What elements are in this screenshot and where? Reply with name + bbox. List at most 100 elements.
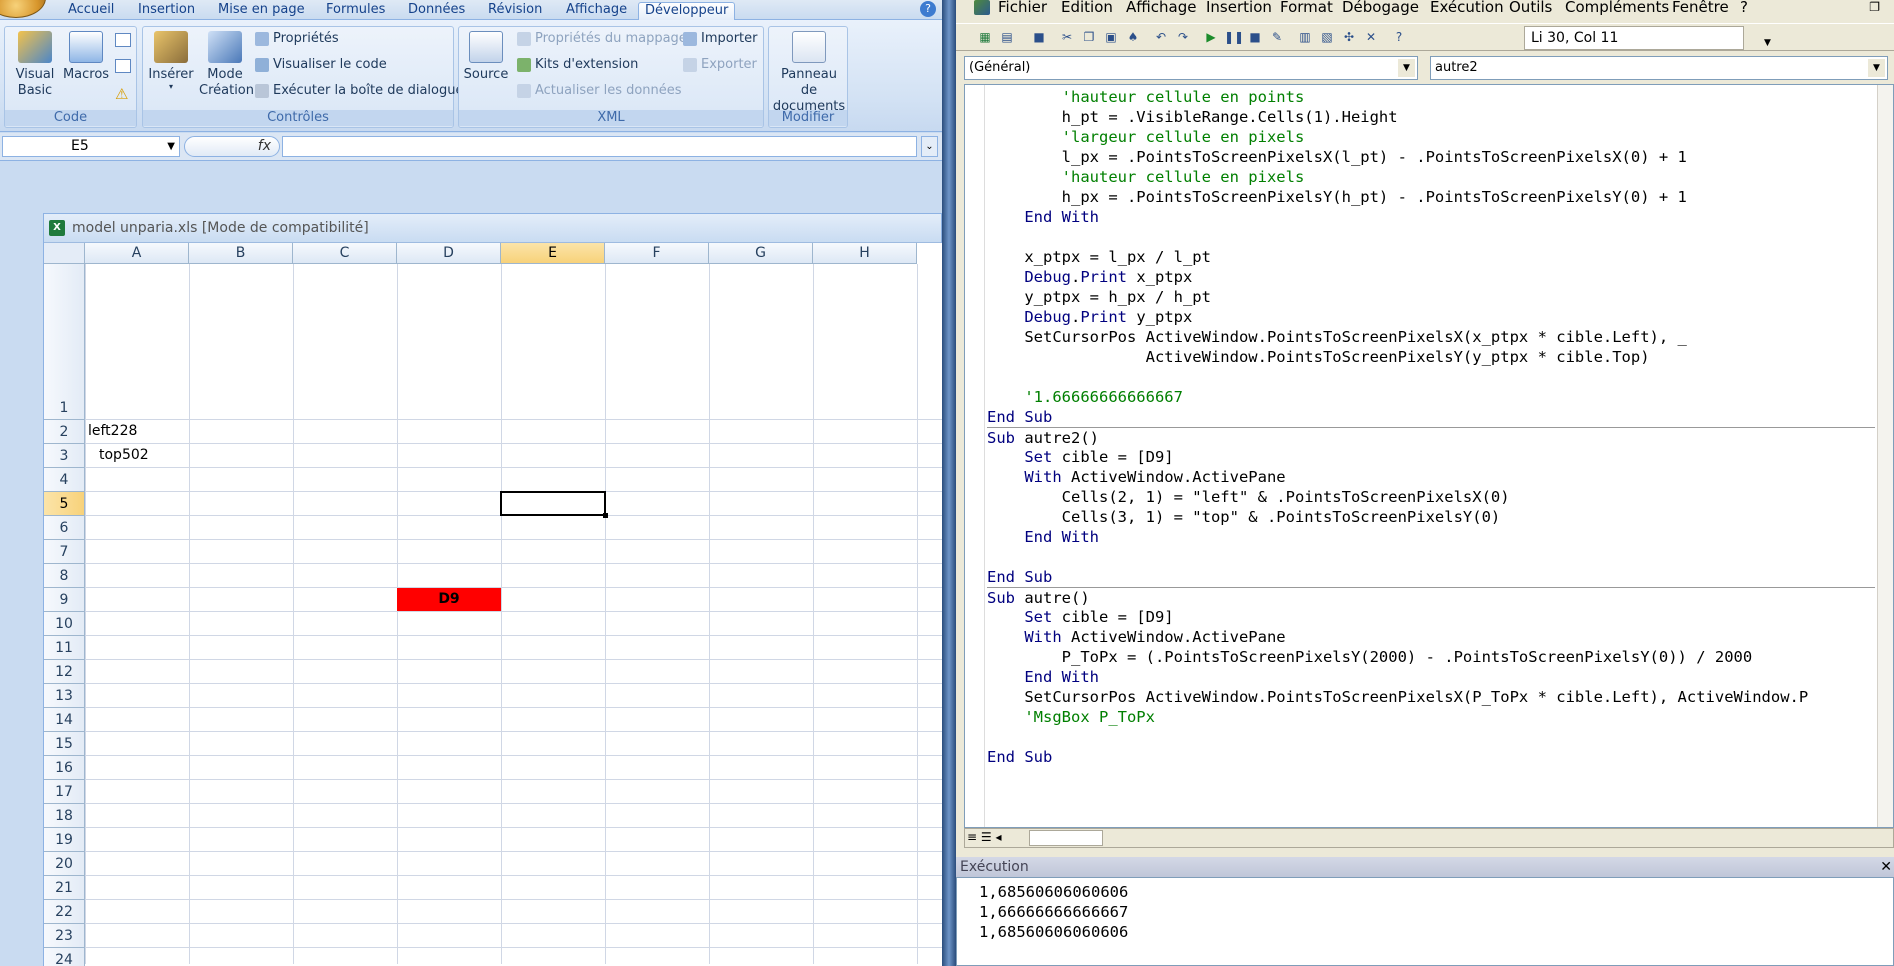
- row-header-23[interactable]: 23: [44, 924, 85, 948]
- actualiser-donnees-button[interactable]: Actualiser les données: [515, 81, 682, 101]
- tab-mise-en-page[interactable]: Mise en page: [212, 2, 311, 20]
- col-header-e[interactable]: E: [501, 243, 605, 264]
- cell-d9[interactable]: D9: [397, 588, 501, 611]
- close-icon[interactable]: ✕: [1880, 857, 1892, 877]
- row-header-4[interactable]: 4: [44, 468, 85, 492]
- paste-icon[interactable]: ▣: [1102, 28, 1120, 46]
- menu-affichage[interactable]: Affichage: [1126, 0, 1196, 16]
- vertical-scrollbar[interactable]: [1877, 85, 1893, 827]
- save-icon[interactable]: ■: [1030, 28, 1048, 46]
- code-margin[interactable]: [965, 85, 985, 827]
- code-line[interactable]: 'largeur cellule en pixels: [987, 127, 1875, 147]
- chevron-down-icon[interactable]: ▼: [1868, 59, 1885, 77]
- row-header-9[interactable]: 9: [44, 588, 85, 612]
- expand-formula-bar-icon[interactable]: ⌄: [921, 136, 938, 157]
- horizontal-scrollbar-thumb[interactable]: [1029, 830, 1103, 846]
- row-header-20[interactable]: 20: [44, 852, 85, 876]
- kits-extension-button[interactable]: Kits d'extension: [515, 55, 638, 75]
- cell-a2[interactable]: left228: [88, 420, 137, 443]
- proprietes-mappage-button[interactable]: Propriétés du mappage: [515, 29, 687, 49]
- restore-window-icon[interactable]: ❐: [1869, 0, 1880, 14]
- row-header-17[interactable]: 17: [44, 780, 85, 804]
- formula-input[interactable]: [282, 136, 917, 157]
- code-line[interactable]: Sub autre2(): [987, 427, 1875, 447]
- find-icon[interactable]: ♠: [1124, 28, 1142, 46]
- row-header-7[interactable]: 7: [44, 540, 85, 564]
- vbe-app-icon[interactable]: [974, 0, 990, 15]
- code-line[interactable]: End Sub: [987, 567, 1875, 587]
- tab-formules[interactable]: Formules: [320, 2, 391, 20]
- cut-icon[interactable]: ✂: [1058, 28, 1076, 46]
- active-cell-e5[interactable]: [500, 491, 608, 518]
- help-icon[interactable]: ?: [1390, 28, 1408, 46]
- code-line[interactable]: SetCursorPos ActiveWindow.PointsToScreen…: [987, 327, 1875, 347]
- row-header-21[interactable]: 21: [44, 876, 85, 900]
- row-header-13[interactable]: 13: [44, 684, 85, 708]
- panneau-documents-button[interactable]: Panneau de documents: [771, 29, 847, 115]
- code-line[interactable]: ActiveWindow.PointsToScreenPixelsY(y_ptp…: [987, 347, 1875, 367]
- name-box[interactable]: E5 ▼: [2, 136, 180, 157]
- code-line[interactable]: [987, 227, 1875, 247]
- row-header-22[interactable]: 22: [44, 900, 85, 924]
- code-line[interactable]: Debug.Print x_ptpx: [987, 267, 1875, 287]
- code-line[interactable]: P_ToPx = (.PointsToScreenPixelsY(2000) -…: [987, 647, 1875, 667]
- reset-icon[interactable]: ■: [1246, 28, 1264, 46]
- code-editor[interactable]: 'hauteur cellule en points h_pt = .Visib…: [987, 87, 1875, 767]
- executer-dialogue-button[interactable]: Exécuter la boîte de dialogue: [253, 81, 464, 101]
- row-header-18[interactable]: 18: [44, 804, 85, 828]
- code-line[interactable]: [987, 547, 1875, 567]
- menu-execution[interactable]: Exécution: [1430, 0, 1504, 16]
- code-window[interactable]: 'hauteur cellule en points h_pt = .Visib…: [964, 84, 1894, 828]
- tab-donnees[interactable]: Données: [402, 2, 471, 20]
- col-header-g[interactable]: G: [709, 243, 813, 264]
- immediate-line[interactable]: 1,66666666666667: [979, 902, 1128, 922]
- procedure-combo[interactable]: autre2 ▼: [1430, 56, 1888, 80]
- row-header-19[interactable]: 19: [44, 828, 85, 852]
- importer-button[interactable]: Importer: [681, 29, 758, 49]
- office-button[interactable]: [0, 0, 46, 18]
- code-line[interactable]: Sub autre(): [987, 587, 1875, 607]
- row-header-15[interactable]: 15: [44, 732, 85, 756]
- row-header-24[interactable]: 24: [44, 948, 85, 966]
- menu-debogage[interactable]: Débogage: [1342, 0, 1419, 16]
- worksheet-grid[interactable]: ABCDEFGH 1 2 3 4 5 6 7 8 9 10 11 12 13 14 15 16 17 18 19 20…: [44, 243, 942, 966]
- code-line[interactable]: SetCursorPos ActiveWindow.PointsToScreen…: [987, 687, 1875, 707]
- code-line[interactable]: l_px = .PointsToScreenPixelsX(l_pt) - .P…: [987, 147, 1875, 167]
- col-header-h[interactable]: H: [813, 243, 917, 264]
- menu-insertion[interactable]: Insertion: [1206, 0, 1272, 16]
- row-header-10[interactable]: 10: [44, 612, 85, 636]
- redo-icon[interactable]: ↷: [1174, 28, 1192, 46]
- toolbar-overflow-icon[interactable]: ▼: [1764, 38, 1771, 48]
- copy-icon[interactable]: ❐: [1080, 28, 1098, 46]
- function-wizard[interactable]: fx: [184, 136, 280, 157]
- menu-fichier[interactable]: Fichier: [998, 0, 1047, 16]
- immediate-window[interactable]: 1,68560606060606 1,66666666666667 1,685606…: [956, 877, 1894, 966]
- code-line[interactable]: '1.66666666666667: [987, 387, 1875, 407]
- tab-developpeur[interactable]: Développeur: [638, 2, 736, 20]
- row-header-12[interactable]: 12: [44, 660, 85, 684]
- col-header-b[interactable]: B: [189, 243, 293, 264]
- col-header-c[interactable]: C: [293, 243, 397, 264]
- object-browser-icon[interactable]: ✣: [1340, 28, 1358, 46]
- tab-revision[interactable]: Révision: [482, 2, 548, 20]
- row-header-14[interactable]: 14: [44, 708, 85, 732]
- menu-fenetre[interactable]: Fenêtre: [1672, 0, 1729, 16]
- chevron-down-icon[interactable]: ▼: [167, 137, 175, 156]
- code-line[interactable]: Debug.Print y_ptpx: [987, 307, 1875, 327]
- view-excel-icon[interactable]: ▦: [976, 28, 994, 46]
- menu-complements[interactable]: Compléments: [1565, 0, 1669, 16]
- menu-aide[interactable]: ?: [1740, 0, 1748, 16]
- code-line[interactable]: End Sub: [987, 407, 1875, 427]
- macros-button[interactable]: Macros: [61, 29, 111, 83]
- code-line[interactable]: 'hauteur cellule en points: [987, 87, 1875, 107]
- code-line[interactable]: 'hauteur cellule en pixels: [987, 167, 1875, 187]
- code-line[interactable]: End With: [987, 527, 1875, 547]
- col-header-d[interactable]: D: [397, 243, 501, 264]
- design-mode-icon[interactable]: ✎: [1268, 28, 1286, 46]
- code-line[interactable]: y_ptpx = h_px / h_pt: [987, 287, 1875, 307]
- exporter-button[interactable]: Exporter: [681, 55, 757, 75]
- tab-insertion[interactable]: Insertion: [132, 2, 201, 20]
- help-icon[interactable]: ?: [920, 1, 936, 17]
- menu-outils[interactable]: Outils: [1509, 0, 1552, 16]
- menu-format[interactable]: Format: [1280, 0, 1333, 16]
